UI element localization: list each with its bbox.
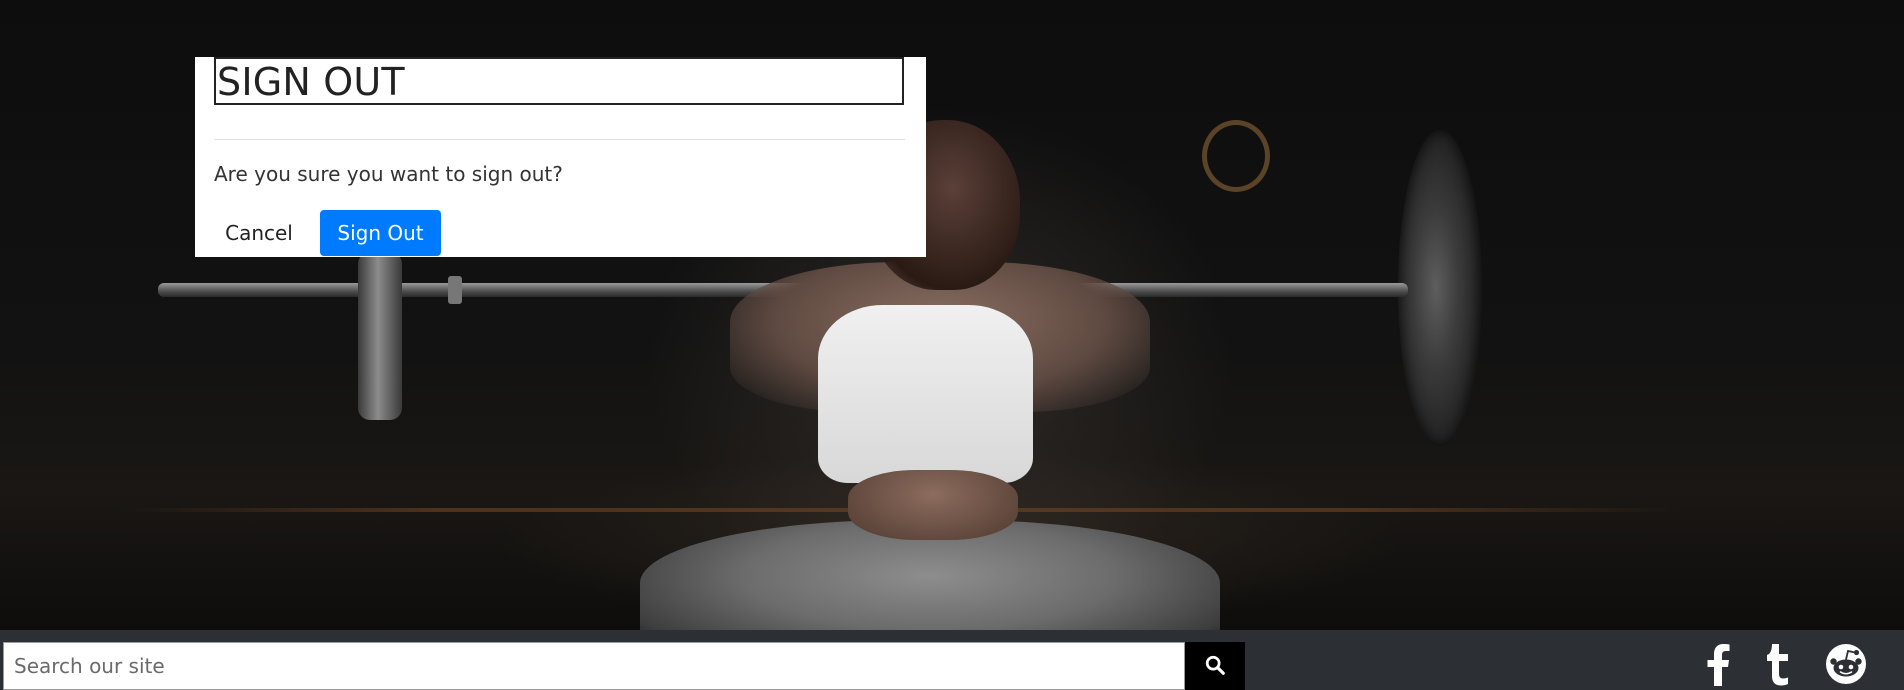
footer-bar — [0, 630, 1904, 690]
facebook-icon — [1705, 642, 1731, 690]
tumblr-icon — [1764, 642, 1792, 690]
reddit-link[interactable] — [1822, 642, 1870, 690]
search-input[interactable] — [3, 642, 1185, 690]
athlete-torso — [848, 470, 1018, 540]
athlete-top — [818, 305, 1033, 483]
cancel-button[interactable]: Cancel — [214, 210, 304, 256]
barbell-plate-left — [358, 252, 402, 420]
gym-rings — [1202, 120, 1270, 192]
search-button[interactable] — [1185, 642, 1245, 690]
modal-title: SIGN OUT — [214, 57, 904, 105]
sign-out-modal: SIGN OUT Are you sure you want to sign o… — [195, 57, 926, 257]
facebook-link[interactable] — [1700, 642, 1736, 690]
sign-out-button[interactable]: Sign Out — [320, 210, 441, 256]
modal-divider — [214, 139, 905, 140]
barbell-plate-right — [1398, 130, 1482, 446]
search-icon — [1204, 654, 1226, 679]
barbell-collar — [448, 276, 462, 304]
tumblr-link[interactable] — [1760, 642, 1796, 690]
modal-message: Are you sure you want to sign out? — [214, 162, 563, 186]
reddit-icon — [1824, 642, 1868, 690]
